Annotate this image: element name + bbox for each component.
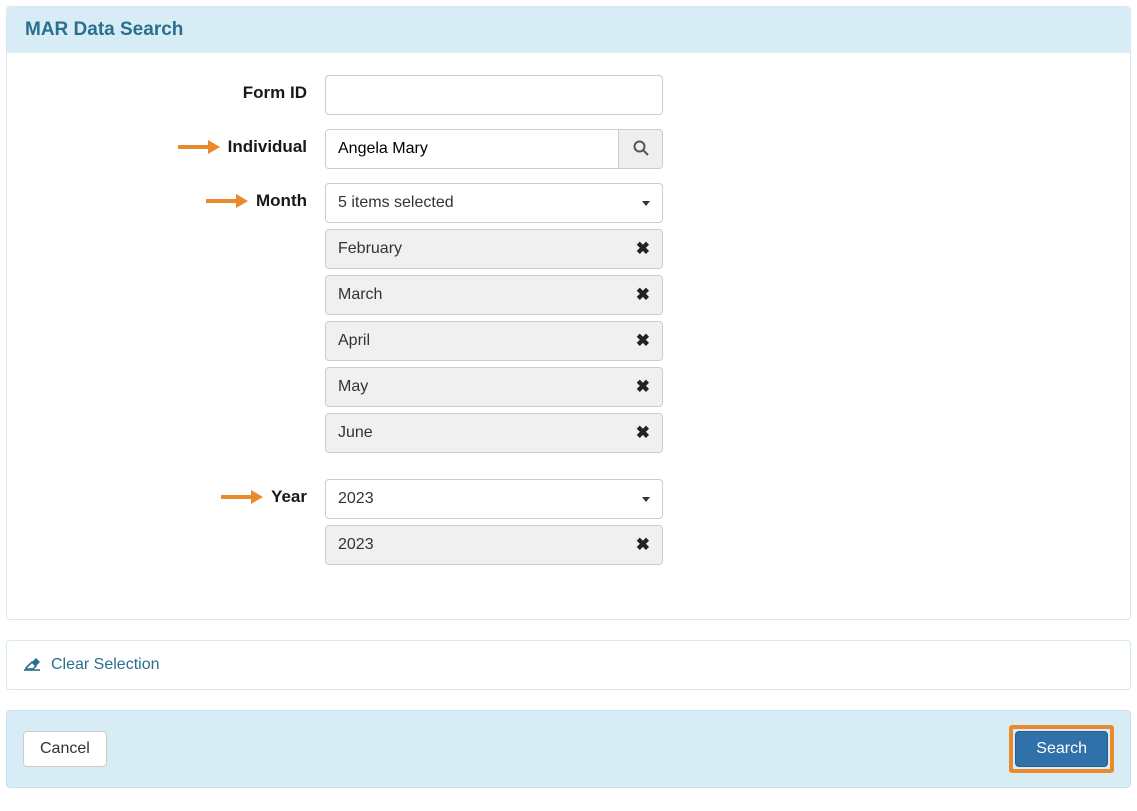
close-icon[interactable]: ✖ xyxy=(636,423,650,443)
form-id-input[interactable] xyxy=(325,75,663,115)
form-body: Form ID Individual xyxy=(7,53,1130,619)
cancel-button[interactable]: Cancel xyxy=(23,731,107,767)
arrow-icon xyxy=(206,194,248,208)
month-tag-label: February xyxy=(338,240,402,258)
individual-search-button[interactable] xyxy=(618,130,662,168)
year-select-summary: 2023 xyxy=(338,490,374,508)
arrow-icon xyxy=(178,140,220,154)
month-tag-label: May xyxy=(338,378,368,396)
search-icon xyxy=(633,140,649,159)
month-tag: April ✖ xyxy=(325,321,663,361)
clear-selection-panel: Clear Selection xyxy=(6,640,1131,690)
row-month: Month 5 items selected February ✖ March … xyxy=(25,183,1112,453)
individual-lookup xyxy=(325,129,663,169)
year-tag-label: 2023 xyxy=(338,536,374,554)
clear-selection-link[interactable]: Clear Selection xyxy=(51,656,160,674)
month-tag-label: April xyxy=(338,332,370,350)
month-tag: February ✖ xyxy=(325,229,663,269)
year-tag: 2023 ✖ xyxy=(325,525,663,565)
month-tag: March ✖ xyxy=(325,275,663,315)
search-highlight: Search xyxy=(1009,725,1114,773)
label-year: Year xyxy=(271,487,307,507)
month-tag-label: June xyxy=(338,424,373,442)
action-bar: Cancel Search xyxy=(6,710,1131,788)
month-tag: May ✖ xyxy=(325,367,663,407)
year-select[interactable]: 2023 xyxy=(325,479,663,519)
row-year: Year 2023 2023 ✖ xyxy=(25,479,1112,565)
close-icon[interactable]: ✖ xyxy=(636,331,650,351)
month-select-summary: 5 items selected xyxy=(338,194,454,212)
month-select[interactable]: 5 items selected xyxy=(325,183,663,223)
panel-title: MAR Data Search xyxy=(7,7,1130,53)
close-icon[interactable]: ✖ xyxy=(636,285,650,305)
search-button[interactable]: Search xyxy=(1015,731,1108,767)
close-icon[interactable]: ✖ xyxy=(636,535,650,555)
label-month: Month xyxy=(256,191,307,211)
caret-down-icon xyxy=(642,201,650,206)
arrow-icon xyxy=(221,490,263,504)
eraser-icon xyxy=(23,655,41,675)
label-form-id: Form ID xyxy=(243,83,307,103)
individual-input[interactable] xyxy=(326,130,618,168)
month-tag: June ✖ xyxy=(325,413,663,453)
close-icon[interactable]: ✖ xyxy=(636,377,650,397)
month-tag-label: March xyxy=(338,286,382,304)
close-icon[interactable]: ✖ xyxy=(636,239,650,259)
row-individual: Individual xyxy=(25,129,1112,169)
label-individual: Individual xyxy=(228,137,307,157)
caret-down-icon xyxy=(642,497,650,502)
search-panel: MAR Data Search Form ID Individual xyxy=(6,6,1131,620)
row-form-id: Form ID xyxy=(25,75,1112,115)
